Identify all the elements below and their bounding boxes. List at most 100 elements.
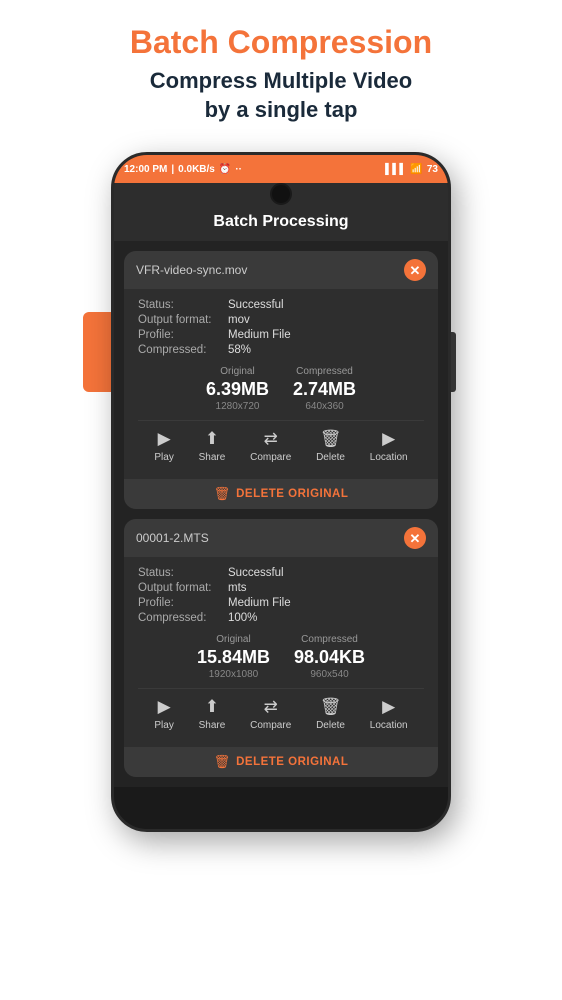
video-filename-2: 00001-2.MTS xyxy=(136,531,209,545)
share-label-2: Share xyxy=(199,720,226,731)
share-action-1[interactable]: ⬆ Share xyxy=(199,429,226,463)
close-icon-2: ✕ xyxy=(410,532,421,545)
meta-label-profile-1: Profile: xyxy=(138,329,228,341)
delete-label-1: Delete xyxy=(316,452,345,463)
play-label-2: Play xyxy=(154,720,173,731)
meta-value-profile-1: Medium File xyxy=(228,329,291,341)
phone-wrapper: 12:00 PM | 0.0KB/s ⏰ ·· ▌▌▌ 📶 73 Batch P… xyxy=(111,152,451,832)
phone-frame: 12:00 PM | 0.0KB/s ⏰ ·· ▌▌▌ 📶 73 Batch P… xyxy=(111,152,451,832)
share-action-2[interactable]: ⬆ Share xyxy=(199,697,226,731)
page-header: Batch Compression Compress Multiple Vide… xyxy=(0,0,562,134)
meta-compressed-2: Compressed: 100% xyxy=(138,612,424,624)
status-bar: 12:00 PM | 0.0KB/s ⏰ ·· ▌▌▌ 📶 73 xyxy=(114,155,448,183)
alarm-icon: ⏰ xyxy=(219,164,231,175)
compare-action-1[interactable]: ⇄ Compare xyxy=(250,429,291,463)
original-dims-2: 1920x1080 xyxy=(197,669,270,680)
action-bar-2: ▶ Play ⬆ Share ⇄ Compare 🗑 xyxy=(138,688,424,737)
share-icon-2: ⬆ xyxy=(205,697,219,717)
meta-value-status-1: Successful xyxy=(228,299,284,311)
compressed-label-2: Compressed xyxy=(294,634,365,645)
meta-profile-2: Profile: Medium File xyxy=(138,597,424,609)
status-right: ▌▌▌ 📶 73 xyxy=(385,164,438,175)
video-card-1-body: Status: Successful Output format: mov Pr… xyxy=(124,289,438,479)
meta-label-status-2: Status: xyxy=(138,567,228,579)
compressed-size-value-1: 2.74MB xyxy=(293,379,356,400)
compressed-size-value-2: 98.04KB xyxy=(294,647,365,668)
content-area: VFR-video-sync.mov ✕ Status: Successful … xyxy=(114,241,448,787)
delete-icon-1: 🗑 xyxy=(320,429,342,449)
app-header-title: Batch Processing xyxy=(128,213,434,231)
delete-action-2[interactable]: 🗑 Delete xyxy=(316,697,345,731)
wifi-icon: 📶 xyxy=(410,164,422,175)
play-label-1: Play xyxy=(154,452,173,463)
meta-label-format-2: Output format: xyxy=(138,582,228,594)
status-left: 12:00 PM | 0.0KB/s ⏰ ·· xyxy=(124,164,242,175)
location-icon-2: ▶ xyxy=(382,697,395,717)
meta-value-profile-2: Medium File xyxy=(228,597,291,609)
meta-label-status-1: Status: xyxy=(138,299,228,311)
compare-label-1: Compare xyxy=(250,452,291,463)
compressed-dims-1: 640x360 xyxy=(293,401,356,412)
video-card-2: 00001-2.MTS ✕ Status: Successful Output … xyxy=(124,519,438,777)
meta-value-format-1: mov xyxy=(228,314,250,326)
delete-label-2: Delete xyxy=(316,720,345,731)
battery-pct: 73 xyxy=(427,164,438,175)
location-action-2[interactable]: ▶ Location xyxy=(370,697,408,731)
delete-original-text-2: DELETE ORIGINAL xyxy=(236,756,348,768)
video-card-1-header: VFR-video-sync.mov ✕ xyxy=(124,251,438,289)
meta-value-status-2: Successful xyxy=(228,567,284,579)
play-icon-2: ▶ xyxy=(158,697,171,717)
meta-label-format-1: Output format: xyxy=(138,314,228,326)
location-action-1[interactable]: ▶ Location xyxy=(370,429,408,463)
play-action-1[interactable]: ▶ Play xyxy=(154,429,173,463)
page-subtitle: Compress Multiple Video by a single tap xyxy=(20,67,542,124)
play-icon-1: ▶ xyxy=(158,429,171,449)
original-label-1: Original xyxy=(206,366,269,377)
close-icon-1: ✕ xyxy=(410,264,421,277)
meta-value-compressed-1: 58% xyxy=(228,344,251,356)
compare-action-2[interactable]: ⇄ Compare xyxy=(250,697,291,731)
play-action-2[interactable]: ▶ Play xyxy=(154,697,173,731)
delete-original-bar-2[interactable]: 🗑 DELETE ORIGINAL xyxy=(124,747,438,777)
close-button-2[interactable]: ✕ xyxy=(404,527,426,549)
location-label-1: Location xyxy=(370,452,408,463)
meta-status-1: Status: Successful xyxy=(138,299,424,311)
meta-profile-1: Profile: Medium File xyxy=(138,329,424,341)
share-icon-1: ⬆ xyxy=(205,429,219,449)
action-bar-1: ▶ Play ⬆ Share ⇄ Compare 🗑 xyxy=(138,420,424,469)
original-size-block-2: Original 15.84MB 1920x1080 xyxy=(197,634,270,680)
meta-value-format-2: mts xyxy=(228,582,247,594)
delete-icon-2: 🗑 xyxy=(320,697,342,717)
compressed-dims-2: 960x540 xyxy=(294,669,365,680)
subtitle-line1: Compress Multiple Video xyxy=(150,68,412,93)
delete-action-1[interactable]: 🗑 Delete xyxy=(316,429,345,463)
battery-label: 73 xyxy=(427,164,438,175)
original-size-block-1: Original 6.39MB 1280x720 xyxy=(206,366,269,412)
close-button-1[interactable]: ✕ xyxy=(404,259,426,281)
compressed-label-1: Compressed xyxy=(293,366,356,377)
original-label-2: Original xyxy=(197,634,270,645)
subtitle-line2: by a single tap xyxy=(205,97,358,122)
compressed-size-block-1: Compressed 2.74MB 640x360 xyxy=(293,366,356,412)
trash-icon-1: 🗑 xyxy=(214,486,231,502)
meta-compressed-1: Compressed: 58% xyxy=(138,344,424,356)
compare-icon-1: ⇄ xyxy=(264,429,278,449)
delete-original-bar-1[interactable]: 🗑 DELETE ORIGINAL xyxy=(124,479,438,509)
original-size-value-1: 6.39MB xyxy=(206,379,269,400)
video-card-2-header: 00001-2.MTS ✕ xyxy=(124,519,438,557)
compare-label-2: Compare xyxy=(250,720,291,731)
location-label-2: Location xyxy=(370,720,408,731)
status-network-speed: 0.0KB/s xyxy=(178,164,215,175)
location-icon-1: ▶ xyxy=(382,429,395,449)
size-comparison-1: Original 6.39MB 1280x720 Compressed 2.74… xyxy=(138,366,424,412)
video-card-2-body: Status: Successful Output format: mts Pr… xyxy=(124,557,438,747)
meta-label-compressed-2: Compressed: xyxy=(138,612,228,624)
meta-format-2: Output format: mts xyxy=(138,582,424,594)
meta-status-2: Status: Successful xyxy=(138,567,424,579)
meta-label-profile-2: Profile: xyxy=(138,597,228,609)
video-filename-1: VFR-video-sync.mov xyxy=(136,263,247,277)
compare-icon-2: ⇄ xyxy=(264,697,278,717)
compressed-size-block-2: Compressed 98.04KB 960x540 xyxy=(294,634,365,680)
signal-icon: ▌▌▌ xyxy=(385,164,406,175)
page-title: Batch Compression xyxy=(20,24,542,61)
